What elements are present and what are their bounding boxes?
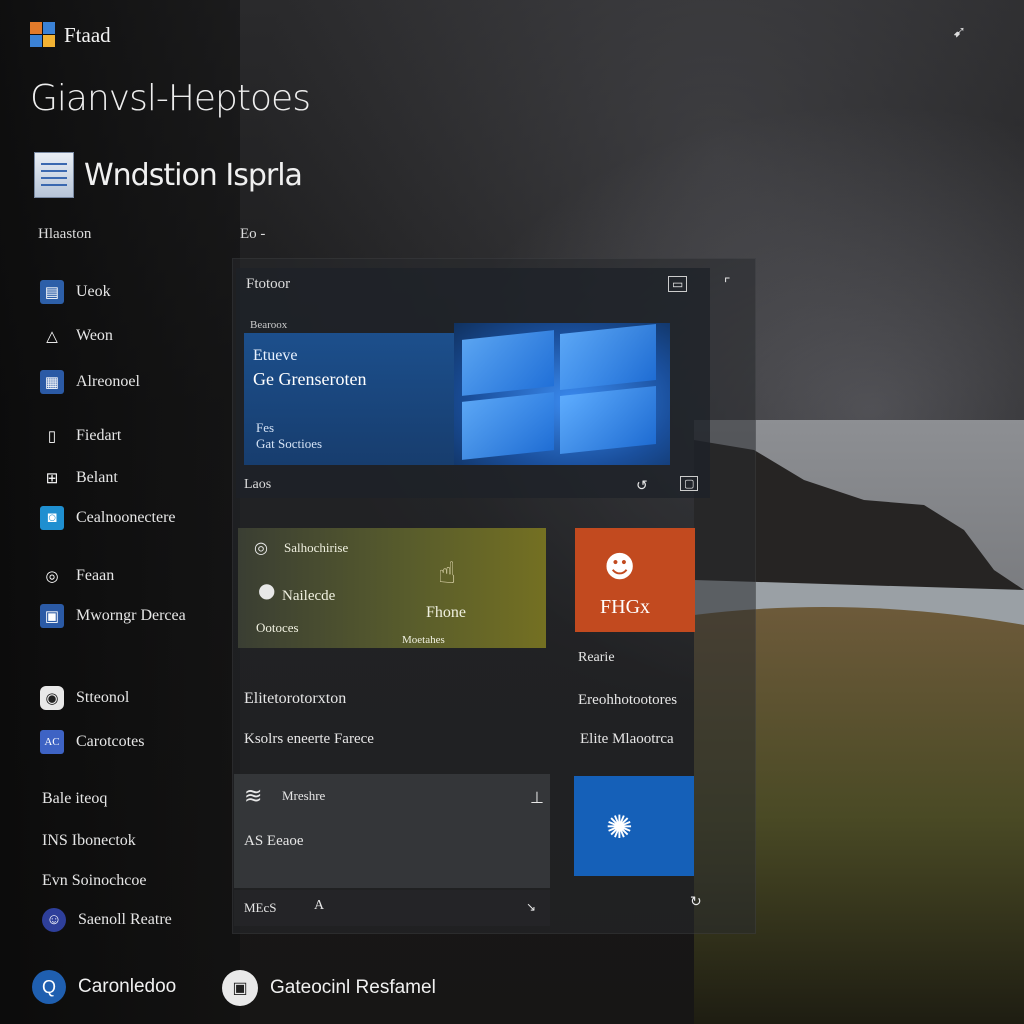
olive-top-label: Salhochirise	[284, 540, 349, 555]
calendar-icon: ▦	[40, 370, 64, 394]
olive-bottom-label: Ootoces	[256, 620, 299, 635]
orange-tile-label: FHGx	[600, 596, 651, 618]
triangle-up-icon: △	[46, 328, 58, 345]
window-icon[interactable]: ▢	[680, 476, 699, 491]
sidebar-link-saenoll[interactable]: ☺ Saenoll Reatre	[42, 908, 172, 932]
blue-tile[interactable]	[574, 776, 694, 876]
sidebar-link-ins[interactable]: INS Ibonectok	[42, 832, 136, 850]
hero-line-1: Etueve	[253, 347, 298, 364]
sidebar-item-label: Belant	[76, 469, 118, 486]
sidebar-link-evn[interactable]: Evn Soinochcoe	[42, 872, 146, 890]
phone-hand-icon: ☝	[438, 556, 457, 591]
hero-mini-label: Bearoox	[250, 319, 288, 331]
sidebar-header: Hlaaston	[38, 226, 92, 242]
sidebar-link-label: INS Ibonectok	[42, 832, 136, 849]
sidebar-item-label: Alreonoel	[76, 373, 140, 390]
sidebar-item-mworngr[interactable]: ▣ Mworngr Dercea	[40, 604, 186, 628]
olive-mid-label: Nailecde	[282, 588, 336, 604]
expand-icon[interactable]: ▭	[668, 276, 688, 292]
sidebar-item-feaan[interactable]: ◎ Feaan	[40, 564, 114, 588]
app-face-icon: ☻	[604, 550, 636, 585]
app-title-bar: Ftaad	[30, 22, 111, 48]
dark-tile-foot-mark: A	[314, 898, 325, 913]
app-badge-icon: ▣	[222, 970, 258, 1006]
taskbar-item-gateocinl[interactable]: ▣ Gateocinl Resfamel	[222, 970, 436, 1006]
taskbar-item-caronledoo[interactable]: Q Caronledoo	[32, 970, 176, 1004]
hero-line-3: Fes	[256, 420, 275, 435]
sidebar-item-label: Cealnoonectere	[76, 509, 176, 526]
dark-tile-top-label: Mreshre	[282, 788, 326, 803]
refresh-icon[interactable]: ↻	[690, 894, 702, 910]
sidebar-item-label: Stteonol	[76, 689, 130, 706]
sidebar-item-label: Weon	[76, 327, 113, 344]
document-grid-icon: ▤	[40, 280, 64, 304]
sidebar-link-label: Bale iteoq	[42, 790, 108, 807]
sidebar-link-label: Saenoll Reatre	[78, 911, 172, 928]
sidebar-item-label: Mworngr Dercea	[76, 607, 186, 624]
gear-face-icon: ✺	[606, 808, 633, 846]
row-right-title[interactable]: Ereohhotootores	[578, 692, 677, 709]
refresh-icon[interactable]: ↺	[636, 478, 648, 494]
sidebar-item-label: Carotcotes	[76, 733, 145, 750]
sidebar-link-bale[interactable]: Bale iteoq	[42, 790, 107, 808]
taskbar-item-label: Gateocinl Resfamel	[270, 977, 436, 998]
face-badge-icon: ☺	[42, 908, 66, 932]
hero-tile-title: Ftotoor	[246, 276, 291, 292]
document-icon	[34, 152, 74, 198]
ac-icon: AC	[40, 730, 64, 754]
sidebar-item-weon[interactable]: △ Weon	[40, 324, 113, 348]
wifi-icon: ≋	[244, 784, 263, 809]
pin-icon[interactable]: ⌜	[724, 276, 731, 292]
tiles-header: Eo -	[240, 226, 266, 242]
hero-line-2: Ge Grenseroten	[253, 369, 367, 389]
bulb-icon: ●	[258, 578, 276, 602]
section-heading: Wndstion Isprla	[34, 152, 303, 198]
app-logo-icon	[30, 22, 56, 48]
olive-footer: Moetahes	[402, 634, 445, 646]
taskbar-item-label: Caronledoo	[78, 976, 177, 997]
pin-icon[interactable]: ⊥	[530, 788, 544, 807]
sidebar-item-label: Feaan	[76, 567, 115, 584]
hero-footer: Laos	[244, 477, 272, 492]
sidebar-link-label: Evn Soinochcoe	[42, 872, 147, 889]
dark-tile-foot-label: MEcS	[244, 900, 277, 915]
screen-icon: ▣	[40, 604, 64, 628]
sidebar-item-carotcotes[interactable]: AC Carotcotes	[40, 730, 144, 754]
window-corner-icon[interactable]: ➹	[953, 22, 966, 41]
hero-line-4: Gat Soctioes	[256, 436, 323, 451]
dark-tile-mid-label: AS Eeaoe	[244, 833, 304, 849]
olive-center-label: Fhone	[426, 604, 466, 621]
sidebar-item-cealnoonectere[interactable]: ◙ Cealnoonectere	[40, 506, 176, 530]
sidebar-item-stteonol[interactable]: ◉ Stteonol	[40, 686, 129, 710]
dark-tile-footer	[234, 890, 550, 926]
row-right-subtitle[interactable]: Elite Mlaootrca	[580, 731, 674, 748]
row-left-subtitle[interactable]: Ksolrs eneerte Farece	[244, 731, 374, 748]
sidebar-item-label: Fiedart	[76, 427, 122, 444]
corner-arrow-icon[interactable]: ↘	[526, 900, 536, 914]
sidebar-item-fiedart[interactable]: ▯ Fiedart	[40, 424, 121, 448]
app-title: Ftaad	[64, 22, 111, 47]
row-left-title[interactable]: Elitetorotorxton	[244, 690, 346, 708]
windows-logo-image	[454, 323, 670, 465]
section-heading-text: Wndstion Isprla	[84, 157, 303, 193]
ring-icon: ◎	[254, 538, 268, 557]
ring-icon: ◎	[45, 568, 59, 585]
search-q-icon: Q	[32, 970, 66, 1004]
bluebox-icon: ◙	[40, 506, 64, 530]
camera-icon: ◉	[40, 686, 64, 710]
clipboard-icon: ▯	[47, 428, 57, 445]
grid-icon: ⊞	[45, 470, 59, 487]
page-title: Gianvsl-Heptoes	[30, 78, 311, 119]
sidebar-item-belant[interactable]: ⊞ Belant	[40, 466, 118, 490]
sidebar-item-ueok[interactable]: ▤ Ueok	[40, 280, 111, 304]
sidebar-item-label: Ueok	[76, 283, 111, 300]
sidebar-item-alreonoel[interactable]: ▦ Alreonoel	[40, 370, 140, 394]
orange-tile-caption: Rearie	[578, 650, 615, 665]
